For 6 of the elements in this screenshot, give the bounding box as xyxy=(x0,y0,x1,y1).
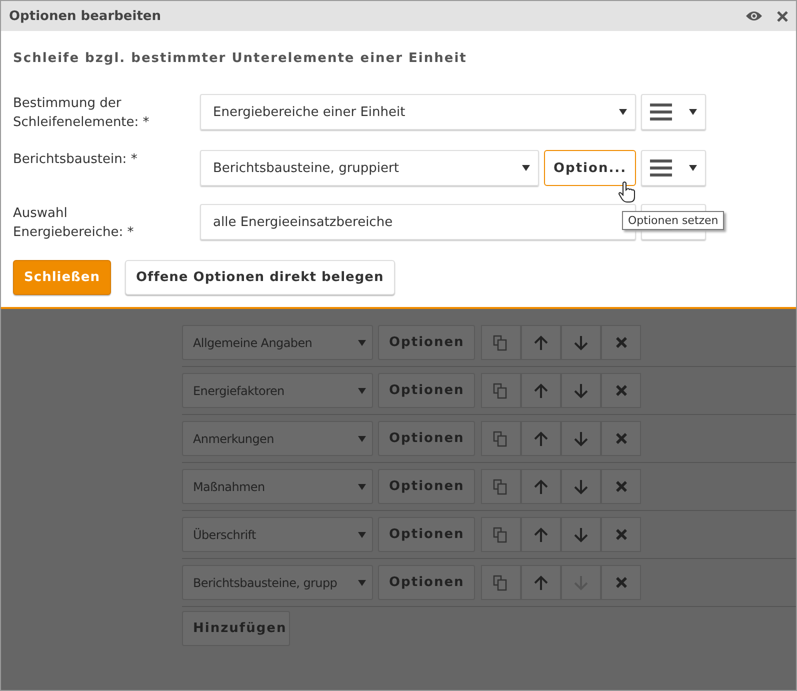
field-label: Auswahl Energiebereiche: * xyxy=(13,205,135,242)
tooltip: Optionen setzen xyxy=(622,211,724,230)
section-heading: Schleife bzgl. bestimmter Unterelemente einer Einheit xyxy=(13,51,468,66)
field-label: Berichtsbaustein: * xyxy=(13,151,138,169)
field-label: Bestimmung der Schleifenelemente: * xyxy=(13,95,150,132)
window-title: Optionen bearbeiten xyxy=(9,8,162,24)
